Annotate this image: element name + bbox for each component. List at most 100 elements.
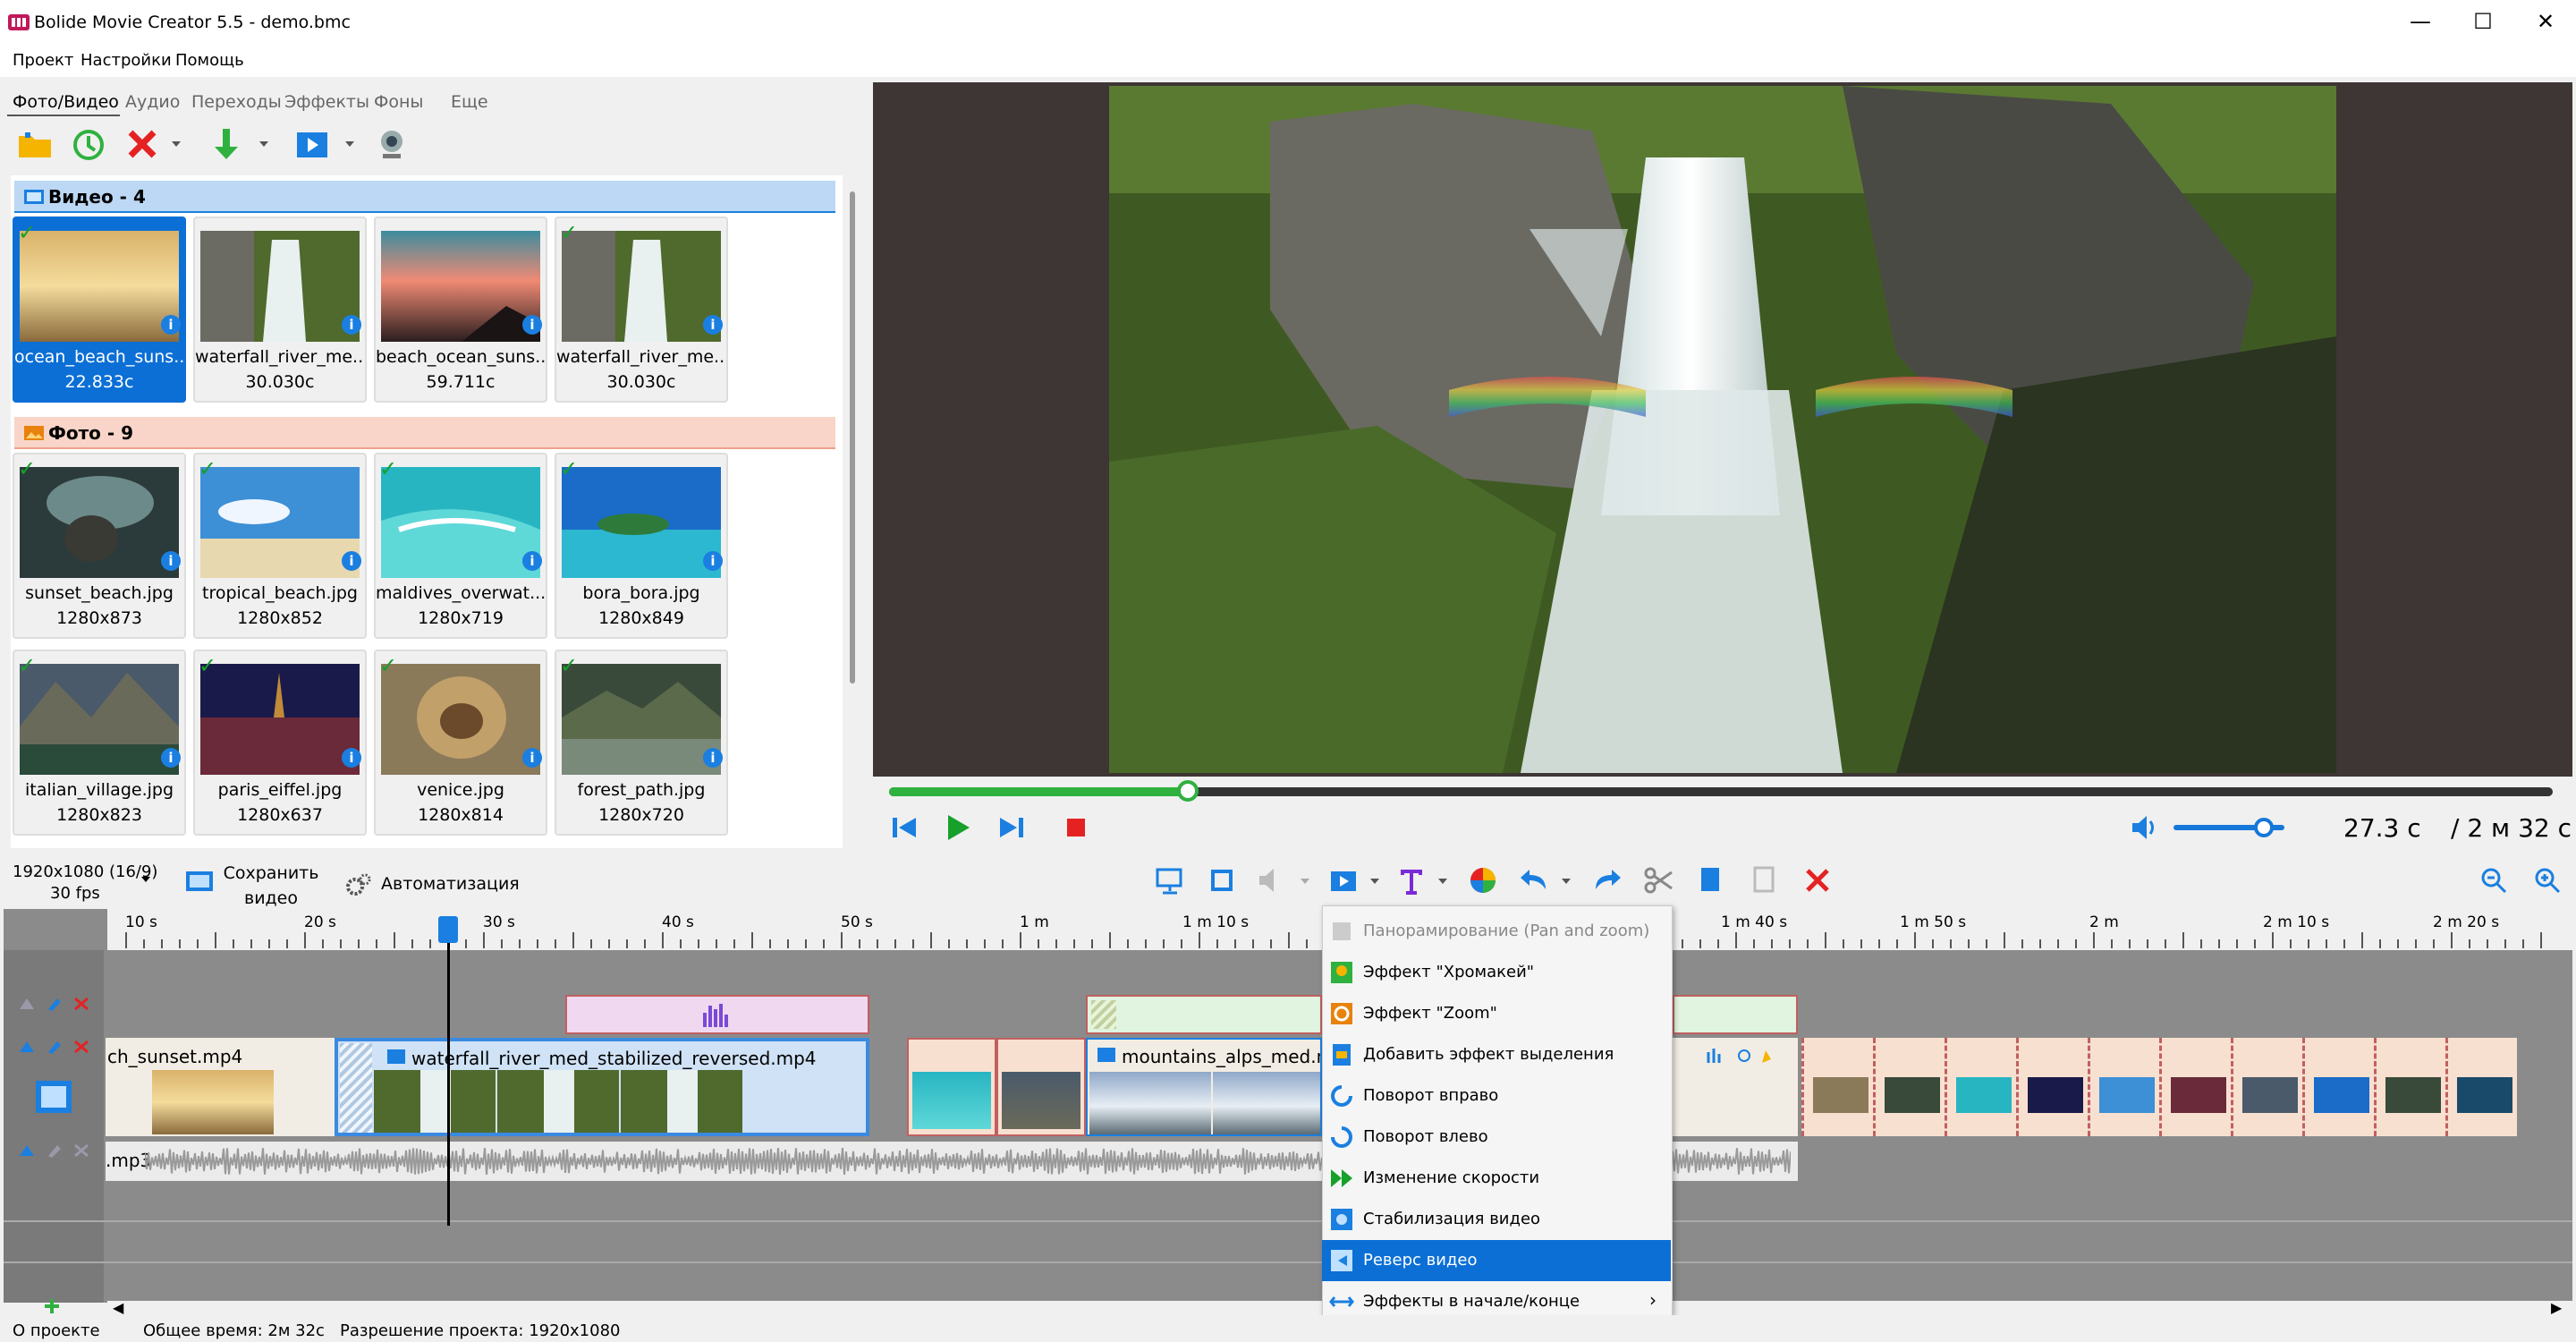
- tab-backgrounds[interactable]: Фоны: [374, 89, 423, 115]
- video-effects-dropdown-icon[interactable]: [1368, 877, 1381, 886]
- video-tile[interactable]: i beach_ocean_suns... 59.711с: [374, 217, 547, 403]
- mute-icon[interactable]: [1256, 864, 1288, 896]
- undo-icon[interactable]: [1519, 864, 1551, 896]
- photo-clip[interactable]: [2374, 1038, 2445, 1136]
- automation-gear-icon[interactable]: [345, 871, 372, 898]
- text-dropdown-icon[interactable]: [1436, 877, 1449, 886]
- copy-icon[interactable]: [1694, 864, 1726, 896]
- playhead-handle[interactable]: [438, 916, 458, 943]
- photo-clip[interactable]: [2088, 1038, 2159, 1136]
- cut-icon[interactable]: [1642, 864, 1674, 896]
- transition-clip[interactable]: [1673, 995, 1798, 1034]
- tab-more[interactable]: Еще: [451, 89, 488, 115]
- redo-icon[interactable]: [1590, 864, 1623, 896]
- scroll-left-arrow[interactable]: ◀: [113, 1301, 123, 1315]
- track-delete-icon[interactable]: [73, 997, 89, 1011]
- info-icon[interactable]: i: [703, 551, 723, 571]
- next-frame-icon[interactable]: [996, 812, 1027, 843]
- video-tile[interactable]: ✓ i waterfall_river_me... 30.030с: [555, 217, 728, 403]
- photo-tile[interactable]: ✓ i italian_village.jpg 1280x823: [13, 650, 186, 836]
- undo-dropdown-icon[interactable]: [1560, 877, 1572, 886]
- track-edit-icon[interactable]: [47, 1040, 64, 1054]
- track-edit-icon[interactable]: [47, 997, 64, 1011]
- add-dropdown-icon[interactable]: [258, 140, 270, 149]
- color-icon[interactable]: [1467, 864, 1499, 896]
- zoom-in-icon[interactable]: [2531, 864, 2563, 896]
- track-effect-icon[interactable]: [18, 997, 36, 1011]
- photo-tile[interactable]: ✓ i maldives_overwat... 1280x719: [374, 453, 547, 639]
- photo-clip[interactable]: [2159, 1038, 2231, 1136]
- volume-icon[interactable]: [2129, 812, 2159, 843]
- volume-handle[interactable]: [2254, 818, 2274, 837]
- menu-speed[interactable]: Изменение скорости: [1322, 1158, 1671, 1199]
- info-icon[interactable]: i: [522, 551, 542, 571]
- save-video-button[interactable]: Сохранить видео: [222, 861, 320, 911]
- info-icon[interactable]: i: [342, 748, 361, 768]
- info-icon[interactable]: i: [703, 748, 723, 768]
- seek-handle[interactable]: [1177, 780, 1199, 802]
- status-about[interactable]: О проекте: [13, 1321, 100, 1342]
- open-folder-icon[interactable]: [16, 125, 54, 163]
- track-effect-icon[interactable]: [18, 1040, 36, 1054]
- photo-tile[interactable]: ✓ i paris_eiffel.jpg 1280x637: [193, 650, 367, 836]
- info-icon[interactable]: i: [703, 315, 723, 335]
- video-tile[interactable]: ✓ i ocean_beach_suns... 22.833с: [13, 217, 186, 403]
- mute-dropdown-icon[interactable]: [1299, 877, 1311, 886]
- stop-icon[interactable]: [1061, 812, 1091, 843]
- photo-clip[interactable]: [1801, 1038, 1873, 1136]
- playhead[interactable]: [447, 922, 450, 1226]
- video-clip[interactable]: mountains_alps_med.mp: [1086, 1038, 1322, 1136]
- info-icon[interactable]: i: [342, 315, 361, 335]
- text-icon[interactable]: [1395, 864, 1428, 896]
- tab-effects[interactable]: Эффекты: [284, 89, 369, 115]
- track-delete-icon[interactable]: [73, 1040, 89, 1054]
- video-tile[interactable]: i waterfall_river_me... 30.030с: [193, 217, 367, 403]
- delete-clip-icon[interactable]: [1801, 864, 1834, 896]
- paste-icon[interactable]: [1748, 864, 1780, 896]
- video-clip-selected[interactable]: waterfall_river_med_stabilized_reversed.…: [335, 1038, 869, 1136]
- photo-tile[interactable]: ✓ i bora_bora.jpg 1280x849: [555, 453, 728, 639]
- track-delete-icon[interactable]: [73, 1143, 89, 1158]
- menu-rotate-left[interactable]: Поворот влево: [1322, 1117, 1671, 1158]
- minimize-button[interactable]: —: [2402, 5, 2438, 38]
- add-down-arrow-icon[interactable]: [208, 125, 245, 163]
- info-icon[interactable]: i: [522, 748, 542, 768]
- info-icon[interactable]: i: [522, 315, 542, 335]
- save-video-icon[interactable]: [184, 868, 215, 895]
- transition-clip[interactable]: [1086, 995, 1322, 1034]
- photo-tile[interactable]: ✓ i tropical_beach.jpg 1280x852: [193, 453, 367, 639]
- recent-files-icon[interactable]: [70, 125, 107, 163]
- photo-tile[interactable]: ✓ i venice.jpg 1280x814: [374, 650, 547, 836]
- delete-dropdown-icon[interactable]: [170, 140, 182, 149]
- menu-add-highlight[interactable]: Добавить эффект выделения: [1322, 1034, 1671, 1075]
- photo-clip[interactable]: [2445, 1038, 2517, 1136]
- info-icon[interactable]: i: [161, 748, 181, 768]
- track-effect-icon[interactable]: [18, 1143, 36, 1158]
- add-track-icon[interactable]: [43, 1297, 61, 1315]
- scroll-right-arrow[interactable]: ▶: [2551, 1301, 2562, 1315]
- media-scrollbar-thumb[interactable]: [850, 191, 855, 684]
- photo-clip[interactable]: [2231, 1038, 2302, 1136]
- menu-settings[interactable]: Настройки: [80, 49, 172, 72]
- video-capture-icon[interactable]: [293, 125, 331, 163]
- track-edit-icon[interactable]: [47, 1143, 64, 1158]
- info-icon[interactable]: i: [342, 551, 361, 571]
- effect-clip[interactable]: [565, 995, 869, 1034]
- photo-clip[interactable]: [1945, 1038, 2016, 1136]
- tab-audio[interactable]: Аудио: [125, 89, 180, 115]
- menu-stabilize[interactable]: Стабилизация видео: [1322, 1199, 1671, 1240]
- automation-button[interactable]: Автоматизация: [381, 872, 520, 896]
- close-button[interactable]: ✕: [2528, 5, 2563, 38]
- delete-icon[interactable]: [123, 125, 161, 163]
- tab-photo-video[interactable]: Фото/Видео: [13, 89, 119, 115]
- info-icon[interactable]: i: [161, 315, 181, 335]
- video-clip[interactable]: ch_sunset.mp4: [106, 1038, 335, 1136]
- photo-clip[interactable]: [1873, 1038, 1945, 1136]
- zoom-out-icon[interactable]: [2478, 864, 2510, 896]
- info-icon[interactable]: i: [161, 551, 181, 571]
- menu-project[interactable]: Проект: [13, 49, 73, 72]
- menu-help[interactable]: Помощь: [175, 49, 244, 72]
- tab-transitions[interactable]: Переходы: [191, 89, 282, 115]
- photo-group-header[interactable]: Фото - 9: [14, 417, 835, 449]
- photo-tile[interactable]: ✓ i sunset_beach.jpg 1280x873: [13, 453, 186, 639]
